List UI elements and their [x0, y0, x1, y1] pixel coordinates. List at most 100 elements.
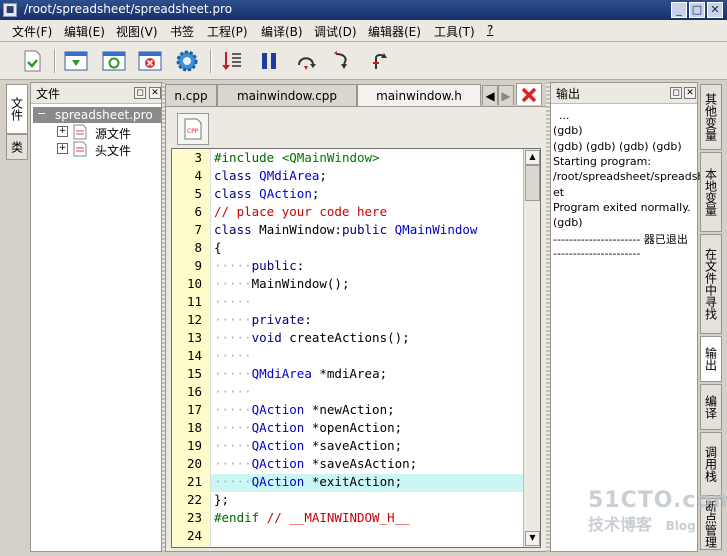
code-line[interactable]: ·····QAction *saveAction; — [214, 438, 402, 453]
tab-classes[interactable]: 类 — [6, 134, 28, 160]
code-line[interactable]: ·····void createActions(); — [214, 330, 410, 345]
tab-mainwindow-cpp[interactable]: mainwindow.cpp — [217, 84, 357, 106]
menu-help[interactable]: ? — [487, 23, 493, 37]
line-number: 10 — [186, 276, 202, 291]
menu-debug[interactable]: 调试(D) — [314, 23, 357, 40]
tab-mainwindow-h[interactable]: mainwindow.h — [357, 84, 481, 106]
line-number: 3 — [194, 150, 202, 165]
output-line: ---------------------- — [553, 246, 641, 260]
menu-file[interactable]: 文件(F) — [12, 23, 52, 40]
tab-scroll-left-icon[interactable]: ◀ — [482, 85, 498, 105]
code-line[interactable]: ·····QAction *saveAsAction; — [214, 456, 417, 471]
code-line[interactable]: ·····QMdiArea *mdiArea; — [214, 366, 387, 381]
line-number: 16 — [186, 384, 202, 399]
line-number: 5 — [194, 186, 202, 201]
menu-project[interactable]: 工程(P) — [207, 23, 248, 40]
code-line[interactable]: ·····QAction *exitAction; — [214, 474, 402, 489]
code-line[interactable]: { — [214, 240, 222, 255]
tree-root-label: spreadsheet.pro — [55, 108, 153, 122]
output-line: (gdb) (gdb) (gdb) (gdb) — [553, 139, 682, 153]
file-panel: 文件 ◻ ✕ − spreadsheet.pro + 源文件 + 头文件 — [30, 82, 162, 552]
float-panel-icon[interactable]: ◻ — [670, 87, 682, 99]
menu-bookmarks[interactable]: 书签 — [170, 23, 194, 40]
close-red-icon — [521, 87, 537, 102]
pause-icon[interactable] — [255, 47, 283, 75]
menu-view[interactable]: 视图(V) — [116, 23, 158, 40]
scroll-up-icon[interactable]: ▲ — [525, 150, 540, 165]
close-panel-icon[interactable]: ✕ — [684, 87, 696, 99]
code-line[interactable]: ·····QAction *newAction; — [214, 402, 395, 417]
tab-scroll-right-icon[interactable]: ▶ — [498, 85, 514, 105]
line-number-gutter: 3 4 5 6 7 8 9 10 11 12 13 14 15 16 17 18 19 20 21 22 23 24 — [172, 149, 211, 547]
window-down-icon[interactable] — [62, 47, 90, 75]
code-line[interactable]: ····· — [214, 384, 252, 399]
step-into-icon[interactable] — [328, 47, 356, 75]
code-line[interactable]: ·····private: — [214, 312, 312, 327]
code-line[interactable]: ····· — [214, 348, 252, 363]
code-line[interactable]: #endif // __MAINWINDOW_H__ — [214, 510, 410, 525]
menu-edit[interactable]: 编辑(E) — [64, 23, 105, 40]
menu-build[interactable]: 编译(B) — [261, 23, 303, 40]
line-number: 21 — [186, 474, 202, 489]
close-panel-icon[interactable]: ✕ — [149, 87, 161, 99]
tree-item-sources[interactable]: + 源文件 — [57, 124, 161, 141]
vertical-scrollbar[interactable]: ▲ ▼ — [523, 149, 540, 547]
maximize-button[interactable]: □ — [689, 2, 705, 18]
tab-call-stack[interactable]: 调用栈 — [700, 432, 722, 496]
line-number: 8 — [194, 240, 202, 255]
scroll-down-icon[interactable]: ▼ — [525, 531, 540, 546]
run-to-cursor-icon[interactable] — [218, 47, 246, 75]
scroll-thumb[interactable] — [525, 165, 540, 201]
tree-root-row[interactable]: − spreadsheet.pro — [33, 107, 161, 123]
code-line[interactable]: ·····public: — [214, 258, 304, 273]
output-panel-header: 输出 ◻ ✕ — [551, 83, 697, 104]
line-number: 17 — [186, 402, 202, 417]
line-number: 23 — [186, 510, 202, 525]
code-line[interactable]: class QMdiArea; — [214, 168, 327, 183]
code-line[interactable]: ·····MainWindow(); — [214, 276, 349, 291]
code-line[interactable]: class MainWindow:public QMainWindow — [214, 222, 477, 237]
menu-editor[interactable]: 编辑器(E) — [368, 23, 421, 40]
code-line[interactable]: }; — [214, 492, 229, 507]
code-line[interactable]: #include <QMainWindow> — [214, 150, 380, 165]
code-line[interactable]: ·····QAction *openAction; — [214, 420, 402, 435]
window-refresh-icon[interactable] — [100, 47, 128, 75]
menu-tools[interactable]: 工具(T) — [434, 23, 475, 40]
output-panel-title: 输出 — [556, 87, 581, 101]
float-panel-icon[interactable]: ◻ — [134, 87, 146, 99]
expand-icon[interactable]: + — [57, 143, 68, 154]
editor-tab-bar: n.cpp mainwindow.cpp mainwindow.h ◀ ▶ — [165, 82, 548, 106]
line-number: 15 — [186, 366, 202, 381]
code-line[interactable]: class QAction; — [214, 186, 319, 201]
line-number: 12 — [186, 312, 202, 327]
code-line[interactable]: ····· — [214, 294, 252, 309]
minimize-button[interactable]: _ — [671, 2, 687, 18]
code-editor[interactable]: 3 4 5 6 7 8 9 10 11 12 13 14 15 16 17 18 19 20 21 22 23 24 #i… — [171, 148, 541, 548]
tab-other-variables[interactable]: 其他变量 — [700, 84, 722, 150]
tab-local-variables[interactable]: 本地变量 — [700, 152, 722, 232]
new-file-icon[interactable] — [18, 47, 46, 75]
close-window-button[interactable]: ✕ — [707, 2, 723, 18]
settings-gear-icon[interactable] — [173, 47, 201, 75]
output-line: Starting program: — [553, 154, 652, 168]
file-panel-header: 文件 ◻ ✕ — [31, 83, 161, 104]
cpp-file-button[interactable]: CPP — [177, 113, 209, 145]
tab-main-cpp[interactable]: n.cpp — [165, 84, 217, 106]
watermark-logo: 51CTO.com 技术博客 Blog — [588, 488, 727, 534]
line-number: 11 — [186, 294, 202, 309]
tab-files[interactable]: 文件 — [6, 84, 28, 134]
close-tab-button[interactable] — [516, 83, 542, 105]
step-over-icon[interactable] — [292, 47, 320, 75]
line-number: 9 — [194, 258, 202, 273]
window-close-icon[interactable] — [136, 47, 164, 75]
step-out-icon[interactable] — [366, 47, 394, 75]
output-line: Program exited normally. — [553, 200, 691, 214]
code-line[interactable]: // place your code here — [214, 204, 387, 219]
collapse-icon[interactable]: − — [37, 107, 46, 120]
expand-icon[interactable]: + — [57, 126, 68, 137]
tab-build[interactable]: 编译 — [700, 384, 722, 430]
tab-find-in-files[interactable]: 在文件中寻找 — [700, 234, 722, 334]
tab-output[interactable]: 输出 — [700, 336, 722, 382]
tree-item-headers[interactable]: + 头文件 — [57, 141, 161, 158]
output-line: (gdb) — [553, 124, 583, 138]
